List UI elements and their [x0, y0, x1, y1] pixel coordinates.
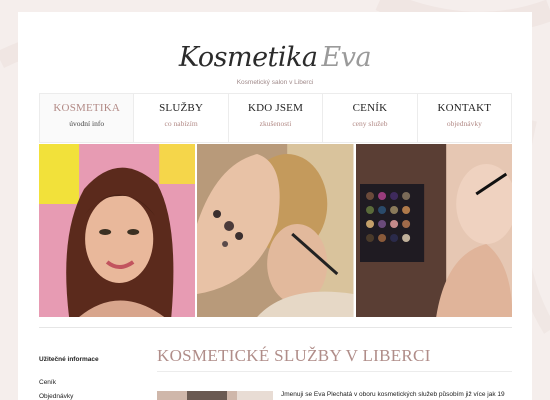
nav-item-cenik[interactable]: CENÍK ceny služeb — [322, 94, 416, 142]
nav-item-subtitle: úvodní info — [69, 119, 105, 128]
nav-item-kosmetika[interactable]: KOSMETIKA úvodní info — [39, 94, 134, 142]
portrait-photo — [39, 144, 196, 317]
heading-divider — [157, 371, 512, 372]
nav-item-title: SLUŽBY — [159, 102, 204, 114]
makeup-hand-photo — [197, 144, 354, 317]
hero-photo-strip — [39, 144, 512, 317]
site-logo[interactable]: Kosmetika Eva — [18, 42, 532, 73]
eyeshadow-palette-photo — [355, 144, 512, 317]
logo-main-text: Kosmetika — [178, 42, 318, 73]
site-tagline: Kosmetický salon v Liberci — [236, 79, 314, 86]
nav-item-title: KOSMETIKA — [53, 102, 120, 114]
nav-item-subtitle: objednávky — [446, 119, 482, 128]
content-divider — [39, 327, 512, 328]
sidebar-link-cenik[interactable]: Ceník — [39, 379, 56, 386]
intro-photo — [157, 391, 273, 400]
nav-item-kontakt[interactable]: KONTAKT objednávky — [416, 94, 513, 142]
intro-text: Jmenuji se Eva Plechatá v oboru kosmetic… — [281, 391, 505, 398]
nav-item-title: KONTAKT — [437, 102, 492, 114]
nav-item-subtitle: zkušenosti — [259, 119, 292, 128]
sidebar-link-objednavky[interactable]: Objednávky — [39, 393, 73, 400]
nav-item-kdo-jsem[interactable]: KDO JSEM zkušenosti — [227, 94, 322, 142]
nav-item-subtitle: co nabízím — [164, 119, 198, 128]
sidebar-heading: Užitečné informace — [39, 356, 99, 363]
page-title: KOSMETICKÉ SLUŽBY V LIBERCI — [157, 346, 431, 365]
nav-item-subtitle: ceny služeb — [352, 119, 388, 128]
nav-item-title: KDO JSEM — [247, 102, 304, 114]
page-container: Kosmetika Eva Kosmetický salon v Liberci … — [18, 12, 532, 400]
nav-item-title: CENÍK — [352, 102, 388, 114]
main-navigation: KOSMETIKA úvodní info SLUŽBY co nabízím … — [39, 93, 513, 143]
nav-item-sluzby[interactable]: SLUŽBY co nabízím — [133, 94, 227, 142]
logo-accent-text: Eva — [321, 42, 372, 73]
